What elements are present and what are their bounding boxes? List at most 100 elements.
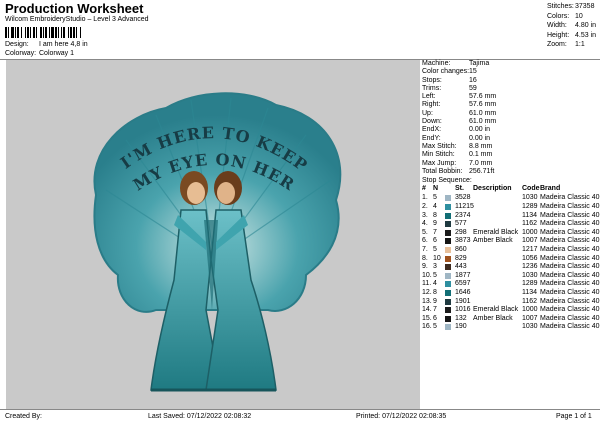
col-brand: Brand (540, 185, 561, 193)
color-swatch (445, 315, 451, 322)
machine-info-row: Machine: Tajima (421, 60, 600, 68)
machine-info-value: 256.71ft (469, 167, 495, 175)
table-row: 1. 5 3528 1030 Madeira Classic 40 (421, 194, 600, 203)
thread-brand: Madeira Classic 40 (540, 314, 600, 322)
table-row: 2. 4 11215 1289 Madeira Classic 40 (421, 203, 600, 212)
thread-description: Amber Black (473, 314, 513, 322)
machine-info-label: Total Bobbin: (422, 167, 463, 175)
machine-info-label: Right: (422, 101, 441, 109)
thread-description: Amber Black (473, 237, 513, 245)
summary-label: Width: (547, 22, 567, 29)
color-swatch (445, 229, 451, 236)
needle-number: 4 (433, 280, 437, 288)
col-n: N (433, 185, 439, 193)
color-swatch (445, 247, 451, 254)
stop-sequence-header: # N St. Description Code Brand (421, 185, 600, 194)
machine-info-label: Color changes: (422, 68, 470, 76)
stitch-count: 860 (455, 246, 467, 254)
thread-code: 1162 (522, 297, 538, 305)
color-swatch (445, 272, 451, 279)
stitch-count: 3528 (455, 194, 471, 202)
color-swatch (445, 255, 451, 262)
machine-info-row: Stops: 16 (421, 77, 600, 85)
summary-value: 1:1 (575, 41, 585, 48)
machine-info-value: 59 (469, 84, 477, 92)
stitch-count: 577 (455, 220, 467, 228)
stop-number: 9. (422, 263, 428, 271)
thread-brand: Madeira Classic 40 (540, 323, 600, 331)
table-row: 16. 5 190 1030 Madeira Classic 40 (421, 323, 600, 332)
machine-info-label: EndX: (422, 126, 442, 134)
thread-code: 1289 (522, 280, 538, 288)
stop-sequence-title: Stop Sequence: (422, 177, 472, 185)
machine-info-label: Max Jump: (422, 159, 457, 167)
machine-info-label: Max Stitch: (422, 142, 457, 150)
machine-info-label: Left: (422, 93, 436, 101)
stop-sequence-table: 1. 5 3528 1030 Madeira Classic 40 2. 4 11215 128… (421, 194, 600, 332)
thread-code: 1000 (522, 228, 538, 236)
summary-value: 4.80 in (575, 22, 597, 29)
stop-number: 12. (422, 288, 432, 296)
machine-info-row: Up: 61.0 mm (421, 110, 600, 118)
thread-brand: Madeira Classic 40 (540, 237, 600, 245)
thread-brand: Madeira Classic 40 (540, 211, 600, 219)
thread-brand: Madeira Classic 40 (540, 288, 600, 296)
machine-info-row: EndX: 0.00 in (421, 126, 600, 134)
footer: Created By: Last Saved: 07/12/2022 02:08… (0, 409, 600, 424)
stop-number: 4. (422, 220, 428, 228)
machine-info-label: Trims: (422, 84, 442, 92)
thread-brand: Madeira Classic 40 (540, 306, 600, 314)
color-swatch (445, 238, 451, 245)
barcode (5, 27, 81, 38)
machine-info-panel: Machine: Tajima Color changes: 15 Stops: 16 Tr… (421, 60, 600, 332)
stop-number: 16. (422, 323, 432, 331)
machine-info-row: EndY: 0.00 in (421, 135, 600, 143)
table-row: 10. 5 1877 1030 Madeira Classic 40 (421, 272, 600, 281)
machine-info-value: 61.0 mm (469, 109, 497, 117)
machine-info-label: Min Stitch: (422, 151, 455, 159)
embroidery-artwork: I'M HERE TO KEEP MY EYE ON HER (93, 92, 342, 392)
table-row: 3. 8 2374 1134 Madeira Classic 40 (421, 212, 600, 221)
stop-number: 10. (422, 271, 432, 279)
table-row: 4. 9 577 1162 Madeira Classic 40 (421, 220, 600, 229)
stitch-count: 829 (455, 254, 467, 262)
col-num: # (422, 185, 426, 193)
design-label: Design: (5, 41, 29, 48)
machine-info-row: Trims: 59 (421, 85, 600, 93)
needle-number: 6 (433, 237, 437, 245)
thread-brand: Madeira Classic 40 (540, 194, 600, 202)
needle-number: 7 (433, 306, 437, 314)
color-swatch (445, 307, 451, 314)
thread-brand: Madeira Classic 40 (540, 254, 600, 262)
summary-value: 4.53 in (575, 31, 597, 39)
thread-brand: Madeira Classic 40 (540, 280, 600, 288)
machine-info-value: 0.00 in (469, 126, 491, 134)
created-by: Created By: (5, 413, 42, 420)
machine-info-label: Machine: (422, 60, 451, 67)
table-row: 14. 7 1016 Emerald Black 1000 Madeira Classic… (421, 306, 600, 315)
machine-info-row: Min Stitch: 0.1 mm (421, 151, 600, 159)
machine-info-row: Right: 57.6 mm (421, 101, 600, 109)
stop-number: 14. (422, 306, 432, 314)
machine-info-value: 16 (469, 76, 477, 84)
colorway-name: Colorway 1 (39, 50, 75, 57)
stop-number: 6. (422, 237, 428, 245)
page-number: Page 1 of 1 (556, 413, 592, 420)
thread-code: 1289 (522, 203, 538, 211)
page-title: Production Worksheet (5, 1, 144, 16)
table-row: 12. 8 1646 1134 Madeira Classic 40 (421, 289, 600, 298)
stop-number: 2. (422, 203, 428, 211)
thread-brand: Madeira Classic 40 (540, 228, 600, 236)
stitch-count: 1877 (455, 271, 471, 279)
needle-number: 5 (433, 246, 437, 254)
summary-label: Zoom: (547, 41, 567, 48)
design-preview: I'M HERE TO KEEP MY EYE ON HER (6, 60, 420, 409)
needle-number: 5 (433, 194, 437, 202)
thread-code: 1000 (522, 306, 538, 314)
stitch-count: 132 (455, 314, 467, 322)
summary-label: Height: (547, 31, 570, 39)
stitch-count: 1901 (455, 297, 471, 305)
needle-number: 3 (433, 263, 437, 271)
thread-brand: Madeira Classic 40 (540, 263, 600, 271)
stop-number: 13. (422, 297, 432, 305)
